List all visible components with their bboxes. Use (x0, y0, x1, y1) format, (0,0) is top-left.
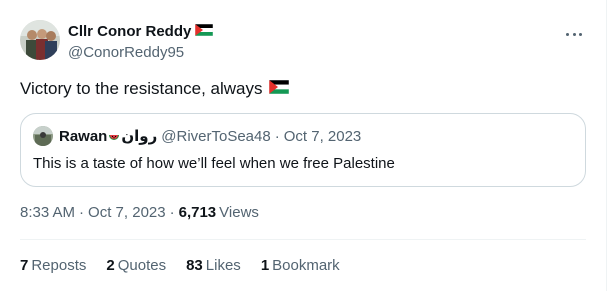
bookmarks-stat[interactable]: 1 Bookmark (261, 256, 340, 276)
tweet-text: Victory to the resistance, always (20, 78, 289, 100)
reposts-count: 7 (20, 257, 29, 274)
quoted-tweet-text: This is a taste of how we’ll feel when w… (33, 155, 395, 172)
meta-separator: · (79, 204, 85, 221)
views-label: Views (219, 204, 259, 221)
quoted-tweet-header: Rawan روان @RiverToSea48 · Oct 7, 2023 (33, 126, 361, 146)
author-display-name[interactable]: Cllr Conor Reddy (68, 23, 191, 41)
palestine-flag-icon (268, 78, 289, 100)
quotes-label: Quotes (117, 257, 167, 274)
more-options-icon[interactable] (566, 26, 582, 42)
views-count: 6,713 (178, 204, 217, 221)
quoted-display-name[interactable]: Rawan (59, 128, 107, 145)
quotes-stat[interactable]: 2 Quotes (106, 256, 166, 276)
tweet-stats: 7 Reposts 2 Quotes 83 Likes 1 Bookmark (20, 256, 360, 276)
watermelon-icon (108, 128, 120, 145)
quoted-separator: · (274, 127, 280, 145)
quoted-date[interactable]: Oct 7, 2023 (284, 128, 362, 145)
meta-separator: · (169, 204, 175, 221)
likes-label: Likes (205, 257, 241, 274)
likes-count: 83 (186, 257, 203, 274)
quoted-display-name-arabic[interactable]: روان (121, 127, 157, 145)
tweet-text-content: Victory to the resistance, always (20, 79, 263, 98)
author-name-row: Cllr Conor Reddy (68, 23, 214, 41)
bookmarks-count: 1 (260, 257, 270, 274)
quoted-handle[interactable]: @RiverToSea48 (161, 128, 270, 145)
likes-stat[interactable]: 83 Likes (186, 256, 241, 276)
tweet-date[interactable]: Oct 7, 2023 (88, 203, 166, 223)
bookmarks-label: Bookmark (272, 257, 340, 274)
reposts-stat[interactable]: 7 Reposts (20, 256, 86, 276)
tweet-meta: 8:33 AM · Oct 7, 2023 · 6,713 Views (20, 203, 259, 223)
reposts-label: Reposts (31, 257, 87, 274)
quoted-author-avatar[interactable] (33, 126, 53, 146)
author-names: Cllr Conor Reddy @ConorReddy95 (68, 20, 214, 62)
quotes-count: 2 (106, 257, 115, 274)
author-avatar[interactable] (20, 20, 60, 60)
quoted-tweet[interactable]: Rawan روان @RiverToSea48 · Oct 7, 2023 T… (20, 113, 586, 187)
tweet-card: Cllr Conor Reddy @ConorReddy95 Victory t… (0, 0, 607, 291)
author-handle[interactable]: @ConorReddy95 (68, 44, 213, 62)
tweet-time[interactable]: 8:33 AM (20, 203, 75, 223)
tweet-header: Cllr Conor Reddy @ConorReddy95 (20, 20, 214, 64)
divider (20, 239, 586, 240)
palestine-flag-icon (195, 23, 214, 41)
